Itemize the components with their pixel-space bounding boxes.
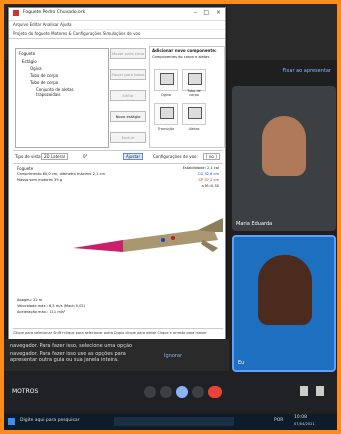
tree-tube1[interactable]: Tubo de corpo bbox=[16, 72, 108, 79]
zoom-fit-button[interactable]: Ajustar bbox=[123, 153, 144, 160]
component-tree: Foguete Estágio Ogiva Tubo de corpo Tubo… bbox=[15, 48, 109, 148]
cg-readout: CG 32,8 cm bbox=[197, 172, 219, 176]
tree-stage[interactable]: Estágio bbox=[16, 58, 108, 65]
notice-line-1: navegador. Para fazer isso, selecione um… bbox=[10, 343, 133, 349]
participant-name-2: Eu bbox=[238, 360, 245, 366]
rocket-figure: Foguete Comprimento 60,0 cm, diâmetro má… bbox=[13, 164, 223, 326]
notice-line-2: navegador. Para fazer isso use as opções… bbox=[10, 351, 126, 363]
clock-date: 07/04/2021 bbox=[294, 422, 315, 426]
start-icon[interactable] bbox=[8, 418, 15, 425]
app-icon bbox=[13, 10, 19, 16]
fins-icon bbox=[188, 107, 202, 119]
body-tube-icon bbox=[188, 73, 202, 85]
rocket-mass: Massa sem motores 39 g bbox=[17, 178, 63, 182]
rocket-name: Foguete bbox=[17, 166, 34, 171]
transition-icon bbox=[160, 107, 174, 119]
maximize-icon[interactable]: □ bbox=[203, 9, 209, 16]
tree-buttons: Mover para cima Mover para baixo Editar … bbox=[110, 48, 146, 153]
clock-time: 10:08 bbox=[294, 415, 307, 420]
lang-indicator: POR bbox=[274, 418, 284, 423]
apogee-readout: Apogeu: 22 m bbox=[17, 298, 43, 302]
mic-button[interactable] bbox=[144, 386, 156, 398]
fins-button[interactable]: Aletas bbox=[182, 103, 206, 131]
meet-controls-bar: MOTROS bbox=[4, 372, 337, 412]
rocket-body bbox=[123, 228, 218, 252]
nose-cone-icon bbox=[160, 73, 174, 85]
delete-button[interactable]: Excluir bbox=[110, 132, 146, 143]
presenting-notice: navegador. Para fazer isso, selecione um… bbox=[4, 339, 229, 371]
participant-video-2 bbox=[258, 255, 312, 325]
rotation-angle[interactable]: 0° bbox=[83, 154, 88, 159]
close-icon[interactable]: × bbox=[216, 9, 221, 16]
participant-tile-1: Maria Eduarda bbox=[232, 86, 336, 231]
cg-marker bbox=[161, 238, 165, 242]
rocket-length: Comprimento 60,0 cm, diâmetro máximo 2,1… bbox=[17, 172, 105, 176]
participants-icon[interactable] bbox=[300, 386, 308, 396]
tree-root[interactable]: Foguete bbox=[16, 49, 108, 58]
new-stage-button[interactable]: Novo estágio bbox=[110, 111, 146, 122]
add-component-panel: Adicionar novo componente: Componentes d… bbox=[149, 46, 225, 148]
tree-tube2[interactable]: Tubo de corpo bbox=[16, 79, 108, 86]
components-heading: Adicionar novo componente: bbox=[152, 48, 217, 53]
components-subheading: Componentes do corpo e aletas bbox=[152, 55, 210, 59]
openrocket-window: Foguete Pedro Chuvado.ork – □ × Arquivo … bbox=[8, 7, 226, 342]
view-type-label: Tipo de vista: bbox=[15, 154, 42, 159]
cp-readout: CP 37,2 cm bbox=[198, 178, 219, 182]
meeting-id: MOTROS bbox=[12, 388, 39, 395]
rocket-nose bbox=[73, 240, 123, 252]
rocket-fin-bottom bbox=[201, 240, 218, 252]
move-up-button[interactable]: Mover para cima bbox=[110, 48, 146, 59]
edit-button[interactable]: Editar bbox=[110, 90, 146, 101]
chat-icon[interactable] bbox=[316, 386, 324, 396]
transition-button[interactable]: Transição bbox=[154, 103, 178, 131]
max-acceleration-readout: Aceleração máx.: 111 m/s² bbox=[17, 310, 66, 314]
camera-button[interactable] bbox=[160, 386, 172, 398]
leave-call-button[interactable] bbox=[208, 386, 222, 398]
title-bar: Foguete Pedro Chuvado.ork – □ × bbox=[9, 8, 225, 21]
screen-frame: Fixar ao apresentar Foguete Pedro Chuvad… bbox=[4, 4, 337, 430]
present-button[interactable] bbox=[176, 386, 188, 398]
minimize-icon[interactable]: – bbox=[194, 9, 197, 16]
flight-config-label: Configurações de voo: bbox=[153, 154, 198, 159]
taskbar-search[interactable]: Digite aqui para pesquisar bbox=[20, 418, 79, 423]
tree-fins[interactable]: Conjunto de aletas trapezoidais bbox=[16, 86, 108, 98]
move-down-button[interactable]: Mover para baixo bbox=[110, 69, 146, 80]
status-bar: Clique para selecionar Shift+clique para… bbox=[13, 328, 223, 337]
tree-nose[interactable]: Ogiva bbox=[16, 65, 108, 72]
window-title: Foguete Pedro Chuvado.ork bbox=[23, 10, 86, 15]
more-options-button[interactable] bbox=[192, 386, 204, 398]
ignore-button[interactable]: Ignorar bbox=[164, 353, 182, 359]
view-controls: Tipo de vista: 2D Lateral 0° Ajustar Con… bbox=[13, 150, 223, 164]
fix-link[interactable]: Fixar ao apresentar bbox=[283, 68, 331, 74]
body-tube-button[interactable]: Tubo de corpo bbox=[182, 69, 206, 97]
stability-readout: Estabilidade: 2,1 cal bbox=[182, 166, 219, 170]
tab-bar[interactable]: Projeto do foguete Motores & Configuraçõ… bbox=[9, 30, 225, 39]
cp-marker bbox=[171, 236, 175, 240]
taskbar-apps[interactable] bbox=[114, 417, 234, 426]
participant-tile-2: Eu bbox=[232, 235, 336, 372]
nose-cone-button[interactable]: Ogiva bbox=[154, 69, 178, 97]
windows-taskbar: Digite aqui para pesquisar POR 10:08 07/… bbox=[4, 414, 337, 430]
participant-name-1: Maria Eduarda bbox=[236, 221, 273, 227]
menu-bar[interactable]: Arquivo Editar Analisar Ajuda bbox=[9, 21, 225, 30]
rocket-drawing bbox=[73, 218, 223, 252]
rocket-fin-top bbox=[198, 218, 223, 232]
max-velocity-readout: Velocidade máx.: 6,5 m/s (Mach 0,02) bbox=[17, 304, 86, 308]
participant-video-1 bbox=[262, 116, 306, 176]
view-type-select[interactable]: 2D Lateral bbox=[41, 153, 68, 160]
flight-config-select[interactable]: [ no ] bbox=[203, 153, 220, 160]
